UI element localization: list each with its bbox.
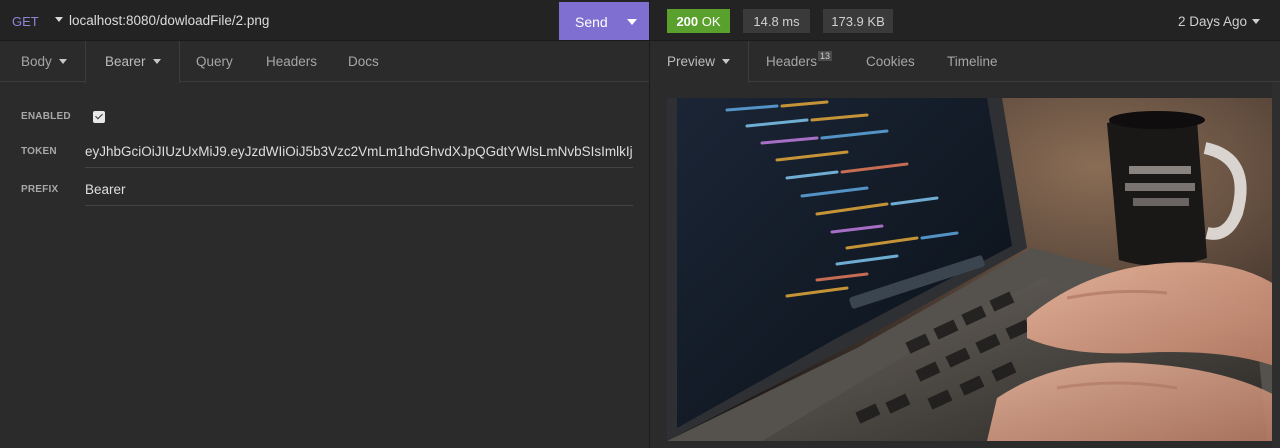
- tab-cookies[interactable]: Cookies: [866, 41, 915, 82]
- token-label: TOKEN: [21, 146, 57, 157]
- enabled-label: ENABLED: [21, 111, 71, 122]
- tab-cookies-label: Cookies: [866, 54, 915, 69]
- tab-body-label: Body: [21, 54, 52, 69]
- chevron-down-icon: [58, 58, 67, 64]
- tab-response-headers-label: Headers: [766, 54, 818, 69]
- tab-timeline-label: Timeline: [947, 54, 998, 69]
- tab-bearer-label: Bearer: [105, 54, 146, 69]
- send-button-label: Send: [575, 14, 608, 30]
- url-bar: GET localhost:8080/dowloadFile/2.png Sen…: [0, 0, 649, 41]
- laptop-photo-image: [667, 98, 1280, 441]
- response-time-badge: 14.8 ms: [743, 9, 810, 33]
- response-tabs: Preview Headers 13 Cookies Timeline: [650, 41, 1280, 83]
- prefix-label: PREFIX: [21, 184, 59, 195]
- preview-image-svg: [667, 98, 1280, 441]
- headers-count-badge: 13: [818, 51, 833, 61]
- tab-docs[interactable]: Docs: [348, 41, 379, 82]
- send-options-caret-icon[interactable]: [627, 19, 637, 25]
- tab-preview[interactable]: Preview: [650, 41, 749, 83]
- tab-timeline[interactable]: Timeline: [947, 41, 998, 82]
- status-code: 200: [676, 14, 699, 29]
- bearer-auth-form: ENABLED TOKEN eyJhbGciOiJIUzUxMiJ9.eyJzd…: [0, 83, 649, 448]
- tab-docs-label: Docs: [348, 54, 379, 69]
- token-input[interactable]: eyJhbGciOiJIUzUxMiJ9.eyJzdWIiOiJ5b3Vzc2V…: [85, 138, 633, 168]
- chevron-down-icon[interactable]: [1252, 19, 1260, 24]
- response-pane: 200 OK 14.8 ms 173.9 KB 2 Days Ago Previ…: [650, 0, 1280, 448]
- chevron-down-icon: [152, 58, 161, 64]
- tab-preview-label: Preview: [667, 54, 716, 69]
- chevron-down-icon: [722, 58, 731, 64]
- url-input[interactable]: localhost:8080/dowloadFile/2.png: [69, 13, 269, 28]
- url-history-caret-icon[interactable]: [55, 17, 63, 22]
- response-scrollbar[interactable]: [1272, 82, 1280, 448]
- tab-headers[interactable]: Headers: [266, 41, 317, 82]
- status-badge: 200 OK: [667, 9, 730, 33]
- status-text: OK: [701, 14, 721, 29]
- request-tabs: Body Bearer Query Headers Docs: [0, 41, 649, 83]
- tab-query-label: Query: [196, 54, 233, 69]
- tab-headers-label: Headers: [266, 54, 318, 69]
- response-status-bar: 200 OK 14.8 ms 173.9 KB 2 Days Ago: [650, 0, 1280, 41]
- request-pane: GET localhost:8080/dowloadFile/2.png Sen…: [0, 0, 649, 448]
- tab-response-headers[interactable]: Headers 13: [766, 41, 833, 82]
- prefix-input[interactable]: Bearer: [85, 176, 633, 206]
- tab-bearer[interactable]: Bearer: [85, 41, 180, 83]
- send-button[interactable]: Send: [559, 2, 649, 40]
- enabled-checkbox[interactable]: [93, 111, 105, 123]
- tab-body[interactable]: Body: [21, 41, 67, 82]
- tab-query[interactable]: Query: [196, 41, 233, 82]
- response-size-badge: 173.9 KB: [823, 9, 893, 33]
- response-history-dropdown[interactable]: 2 Days Ago: [1178, 14, 1247, 29]
- method-selector[interactable]: GET: [12, 14, 39, 29]
